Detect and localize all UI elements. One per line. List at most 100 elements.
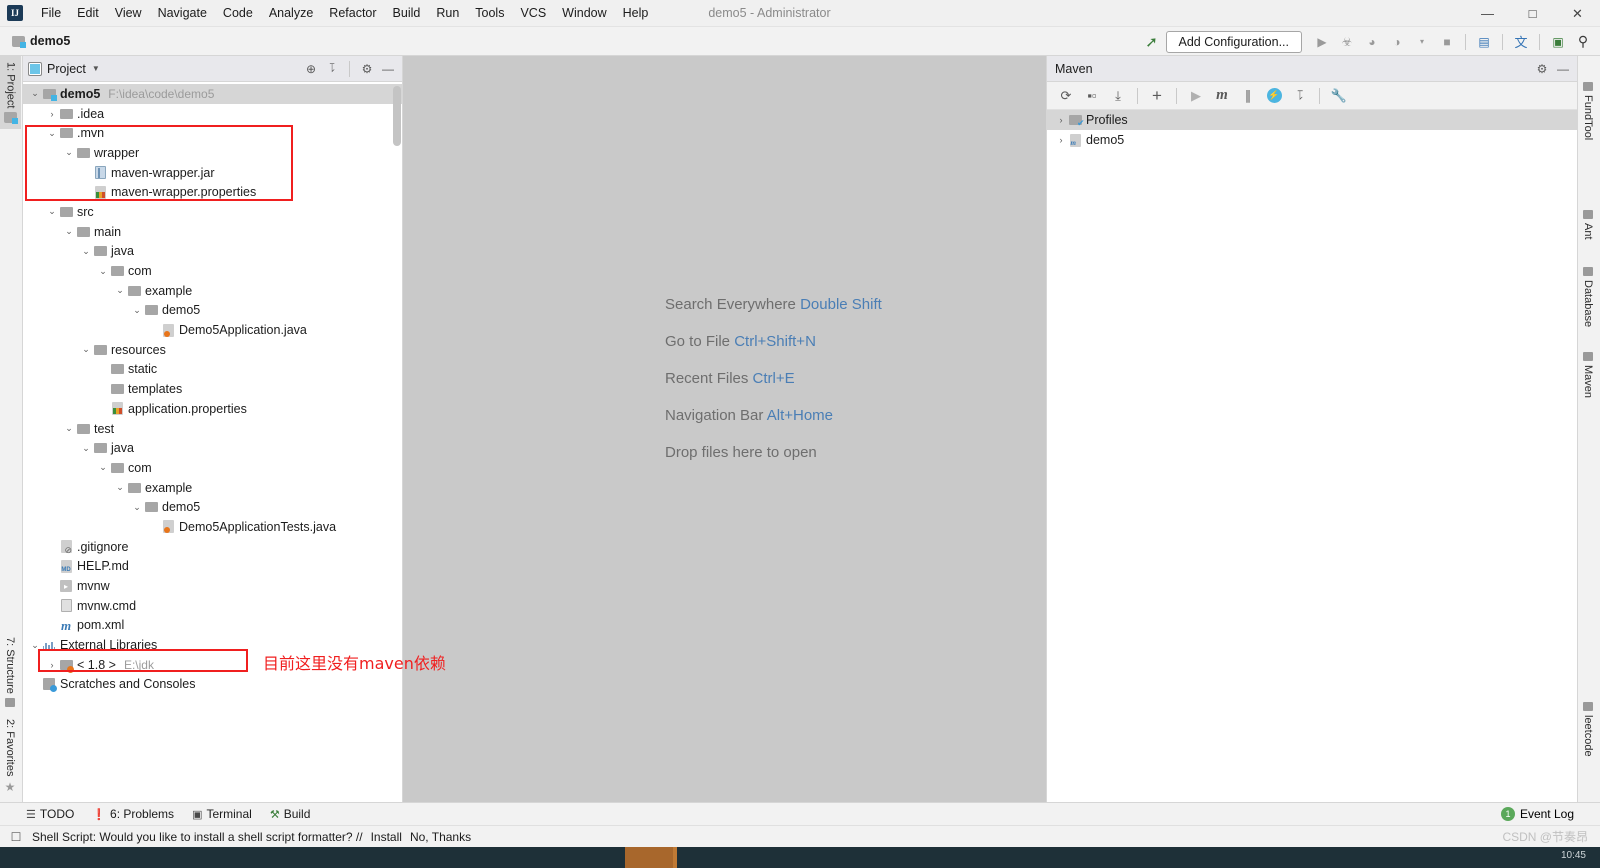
maven-tree-row[interactable]: › m demo5 [1047, 130, 1577, 150]
decline-link[interactable]: No, Thanks [410, 830, 471, 844]
chevron-down-icon[interactable]: ⌄ [114, 482, 126, 493]
chevron-down-icon[interactable]: ⌄ [97, 462, 109, 473]
add-maven-project-icon[interactable]: + [1146, 85, 1168, 107]
chevron-down-icon[interactable]: ⌄ [131, 502, 143, 513]
sidebar-item-database[interactable]: Database [1578, 261, 1598, 333]
tree-row[interactable]: ▸ mvnw [23, 576, 402, 596]
stop-icon[interactable]: ■ [1436, 31, 1458, 53]
add-configuration-button[interactable]: Add Configuration... [1165, 30, 1302, 53]
toggle-offline-mode-icon[interactable]: ⚡ [1263, 85, 1285, 107]
tree-row[interactable]: maven-wrapper.jar [23, 163, 402, 183]
tree-row[interactable]: Demo5Application.java [23, 320, 402, 340]
build-hammer-icon[interactable]: ➚ [1141, 31, 1163, 53]
tree-row[interactable]: Scratches and Consoles [23, 675, 402, 695]
project-tree[interactable]: ⌄ demo5 F:\idea\code\demo5 › .idea ⌄ .mvn ⌄ wrap… [23, 82, 402, 802]
chevron-down-icon[interactable]: ⌄ [97, 266, 109, 277]
hide-icon[interactable]: — [380, 62, 396, 76]
chevron-down-icon[interactable]: ⌄ [63, 147, 75, 158]
menu-item-vcs[interactable]: VCS [512, 2, 554, 24]
gear-icon[interactable]: ⚙ [359, 62, 375, 76]
menu-item-window[interactable]: Window [554, 2, 614, 24]
collapse-all-icon[interactable]: ⥝ [324, 61, 340, 76]
tree-row[interactable]: maven-wrapper.properties [23, 182, 402, 202]
tree-row[interactable]: › .idea [23, 104, 402, 124]
gear-icon[interactable]: ⚙ [1534, 62, 1550, 76]
chevron-down-icon[interactable]: ⌄ [63, 226, 75, 237]
run-coverage-icon[interactable]: ◕ [1361, 31, 1383, 53]
tree-row[interactable]: m pom.xml [23, 616, 402, 636]
menu-item-navigate[interactable]: Navigate [150, 2, 215, 24]
collapse-all-icon[interactable]: ⥝ [1289, 85, 1311, 107]
menu-item-refactor[interactable]: Refactor [321, 2, 384, 24]
chevron-down-icon[interactable]: ⌄ [46, 206, 58, 217]
tree-row[interactable]: ⌄ .mvn [23, 123, 402, 143]
tree-row[interactable]: ⌄ test [23, 419, 402, 439]
execute-maven-goal-icon[interactable]: m [1211, 85, 1233, 107]
chevron-down-icon[interactable]: ⌄ [80, 344, 92, 355]
chevron-down-icon[interactable]: ⌄ [29, 88, 41, 99]
tree-row[interactable]: .gitignore [23, 537, 402, 557]
tool-window-button-problems[interactable]: ❗ 6: Problems [92, 807, 174, 821]
chevron-down-icon[interactable]: ⌄ [46, 128, 58, 139]
tree-row[interactable]: ⌄ resources [23, 340, 402, 360]
tree-row[interactable]: ⌄ demo5 [23, 497, 402, 517]
sidebar-item-ant[interactable]: Ant [1578, 204, 1598, 246]
generate-sources-icon[interactable]: ▪▫ [1081, 85, 1103, 107]
chevron-down-icon[interactable]: ▾ [1411, 31, 1433, 53]
taskbar-active-window[interactable] [625, 847, 673, 868]
tree-row[interactable]: ⌄ demo5 F:\idea\code\demo5 [23, 84, 402, 104]
maximize-button[interactable]: □ [1510, 0, 1555, 27]
terminal-icon[interactable]: ▣ [1547, 31, 1569, 53]
project-structure-icon[interactable]: ▤ [1473, 31, 1495, 53]
tree-row[interactable]: ⌄ wrapper [23, 143, 402, 163]
menu-item-view[interactable]: View [107, 2, 150, 24]
minimize-button[interactable]: — [1465, 0, 1510, 27]
tree-row[interactable]: Demo5ApplicationTests.java [23, 517, 402, 537]
menu-item-build[interactable]: Build [385, 2, 429, 24]
sidebar-item-maven[interactable]: Maven [1578, 346, 1598, 404]
sidebar-item-leetcode[interactable]: leetcode [1578, 696, 1598, 763]
maven-tree-row[interactable]: › Profiles [1047, 110, 1577, 130]
install-link[interactable]: Install [371, 830, 402, 844]
chevron-right-icon[interactable]: › [1055, 135, 1067, 145]
tree-row[interactable]: application.properties [23, 399, 402, 419]
menu-item-file[interactable]: File [33, 2, 69, 24]
profile-icon[interactable]: ◑ [1386, 31, 1408, 53]
chevron-down-icon[interactable]: ⌄ [29, 640, 41, 651]
chevron-down-icon[interactable]: ⌄ [114, 285, 126, 296]
chevron-down-icon[interactable]: ▼ [92, 64, 100, 73]
chevron-right-icon[interactable]: › [46, 660, 58, 670]
tree-row[interactable]: MD HELP.md [23, 557, 402, 577]
tree-row[interactable]: static [23, 360, 402, 380]
tree-row[interactable]: ⌄ main [23, 222, 402, 242]
toggle-skip-tests-icon[interactable]: ∥ [1237, 85, 1259, 107]
tool-window-button-terminal[interactable]: ▣ Terminal [192, 807, 252, 821]
menu-item-code[interactable]: Code [215, 2, 261, 24]
menu-item-tools[interactable]: Tools [467, 2, 512, 24]
tree-row[interactable]: ⌄ com [23, 261, 402, 281]
locate-icon[interactable]: ⊕ [303, 62, 319, 76]
chevron-right-icon[interactable]: › [1055, 115, 1067, 125]
menu-item-run[interactable]: Run [428, 2, 467, 24]
debug-icon[interactable]: ☣ [1336, 31, 1358, 53]
chevron-down-icon[interactable]: ⌄ [63, 423, 75, 434]
tree-row[interactable]: ⌄ com [23, 458, 402, 478]
chevron-down-icon[interactable]: ⌄ [131, 305, 143, 316]
tree-row[interactable]: templates [23, 379, 402, 399]
tree-row[interactable]: mvnw.cmd [23, 596, 402, 616]
tree-row[interactable]: ⌄ example [23, 478, 402, 498]
chevron-down-icon[interactable]: ⌄ [80, 246, 92, 257]
sidebar-item-favorites[interactable]: 2: Favorites ★ [0, 713, 20, 800]
close-button[interactable]: ✕ [1555, 0, 1600, 27]
tree-row[interactable]: ⌄ src [23, 202, 402, 222]
breadcrumb[interactable]: demo5 [12, 34, 70, 48]
run-icon[interactable]: ▶ [1185, 85, 1207, 107]
tree-row[interactable]: ⌄ demo5 [23, 301, 402, 321]
maven-tree[interactable]: › Profiles ›m demo5 [1047, 110, 1577, 802]
sidebar-item-project[interactable]: 1: Project [0, 56, 21, 130]
tree-row[interactable]: ⌄ java [23, 438, 402, 458]
maven-settings-icon[interactable]: 🔧 [1328, 85, 1350, 107]
reload-all-maven-projects-icon[interactable]: ⟳ [1055, 85, 1077, 107]
run-icon[interactable]: ▶ [1311, 31, 1333, 53]
event-log-button[interactable]: 1 Event Log [1500, 807, 1574, 821]
